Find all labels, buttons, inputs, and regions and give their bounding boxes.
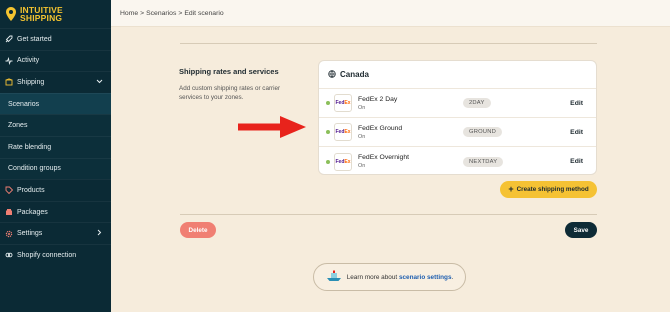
- sidebar-item-label: Products: [17, 186, 45, 194]
- sidebar-item-label: Rate blending: [8, 143, 52, 151]
- method-name: FedEx 2 Day: [358, 95, 398, 103]
- service-code-badge: NEXTDAY: [463, 156, 504, 167]
- edit-method-button[interactable]: Edit: [570, 100, 583, 107]
- sidebar-item-activity[interactable]: Activity: [0, 49, 111, 72]
- sidebar-item-label: Activity: [17, 57, 40, 65]
- sidebar-item-scenarios[interactable]: Scenarios: [0, 92, 111, 115]
- sidebar-item-shipping[interactable]: Shipping: [0, 71, 111, 93]
- sidebar-item-rate-blending[interactable]: Rate blending: [0, 135, 111, 158]
- status-dot-icon: [326, 130, 330, 134]
- plus-icon: +: [508, 184, 514, 194]
- sidebar-item-label: Condition groups: [8, 165, 61, 173]
- delete-button[interactable]: Delete: [180, 222, 216, 238]
- edit-method-button[interactable]: Edit: [570, 158, 583, 165]
- box-icon: [5, 78, 13, 86]
- tag-icon: [5, 186, 13, 195]
- edit-method-button[interactable]: Edit: [570, 129, 583, 136]
- breadcrumb-current: Edit scenario: [184, 9, 224, 17]
- divider: [180, 43, 597, 44]
- section-title: Shipping rates and services: [179, 67, 279, 76]
- red-arrow-annotation: [238, 116, 306, 138]
- service-code-badge: 2DAY: [463, 98, 491, 108]
- sidebar-item-get-started[interactable]: Get started: [0, 28, 111, 50]
- breadcrumb-scenarios[interactable]: Scenarios: [146, 10, 176, 17]
- breadcrumb-separator: >: [140, 9, 145, 17]
- brand-name: INTUITIVE SHIPPING: [20, 4, 63, 23]
- sidebar-item-label: Settings: [17, 230, 43, 238]
- ship-illustration-icon: [326, 270, 342, 284]
- zone-card: Canada Fed Ex FedEx 2 Day On 2DAY Edit Fe…: [318, 60, 597, 175]
- shipping-method-row: Fed Ex FedEx Overnight On NEXTDAY Edit: [319, 147, 596, 174]
- sidebar-item-zones[interactable]: Zones: [0, 114, 111, 136]
- breadcrumb-home[interactable]: Home: [120, 10, 138, 17]
- globe-icon: [328, 69, 336, 80]
- link-icon: [5, 251, 13, 259]
- status-dot-icon: [326, 101, 330, 105]
- shipping-method-row: Fed Ex FedEx 2 Day On 2DAY Edit: [319, 89, 596, 118]
- save-button[interactable]: Save: [565, 222, 597, 238]
- sidebar-item-label: Scenarios: [8, 100, 40, 108]
- sidebar-item-packages[interactable]: Packages: [0, 200, 111, 223]
- status-dot-icon: [326, 159, 330, 164]
- breadcrumb-separator: >: [178, 9, 183, 17]
- sidebar-item-label: Packages: [17, 208, 48, 216]
- create-shipping-method-button[interactable]: + Create shipping method: [500, 181, 597, 198]
- location-pin-icon: [6, 7, 16, 21]
- method-status: On: [358, 163, 366, 169]
- sidebar-item-products[interactable]: Products: [0, 179, 111, 201]
- fedex-logo-icon: Fed Ex: [334, 94, 352, 112]
- chevron-right-icon: [96, 229, 103, 238]
- method-name: FedEx Ground: [358, 124, 403, 132]
- brand-logo[interactable]: INTUITIVE SHIPPING: [0, 0, 111, 28]
- zone-header: Canada: [319, 61, 596, 89]
- method-status: On: [358, 133, 366, 140]
- chevron-down-icon: [96, 78, 103, 87]
- create-shipping-method-label: Create shipping method: [516, 186, 589, 193]
- package-icon: [5, 208, 13, 216]
- section-description: Add custom shipping rates or carrier ser…: [179, 85, 281, 101]
- fedex-logo-icon: Fed Ex: [334, 152, 352, 171]
- sidebar: INTUITIVE SHIPPING Get started Activity …: [0, 0, 111, 312]
- main-content: Shipping rates and services Add custom s…: [111, 27, 670, 312]
- sidebar-item-label: Zones: [8, 122, 28, 130]
- sidebar-item-label: Get started: [17, 35, 52, 43]
- sidebar-item-shopify-connection[interactable]: Shopify connection: [0, 243, 111, 266]
- zone-name: Canada: [340, 70, 369, 79]
- sidebar-item-condition-groups[interactable]: Condition groups: [0, 157, 111, 180]
- sidebar-nav: Get started Activity Shipping Scenarios …: [0, 28, 111, 266]
- learn-more-banner: Learn more about scenario settings.: [313, 263, 466, 291]
- gear-icon: [5, 230, 13, 238]
- learn-more-text: Learn more about scenario settings.: [346, 273, 454, 281]
- method-status: On: [358, 104, 366, 111]
- fedex-logo-icon: Fed Ex: [334, 123, 352, 141]
- divider: [180, 214, 597, 215]
- breadcrumb: Home > Scenarios > Edit scenario: [111, 0, 670, 27]
- sidebar-item-label: Shipping: [17, 78, 45, 86]
- method-name: FedEx Overnight: [358, 154, 409, 161]
- scenario-settings-link[interactable]: scenario settings: [399, 274, 452, 281]
- shipping-method-row: Fed Ex FedEx Ground On GROUND Edit: [319, 118, 596, 147]
- activity-icon: [5, 56, 13, 65]
- service-code-badge: GROUND: [463, 127, 502, 137]
- sidebar-item-settings[interactable]: Settings: [0, 222, 111, 244]
- rocket-icon: [5, 35, 13, 43]
- sidebar-item-label: Shopify connection: [17, 251, 77, 259]
